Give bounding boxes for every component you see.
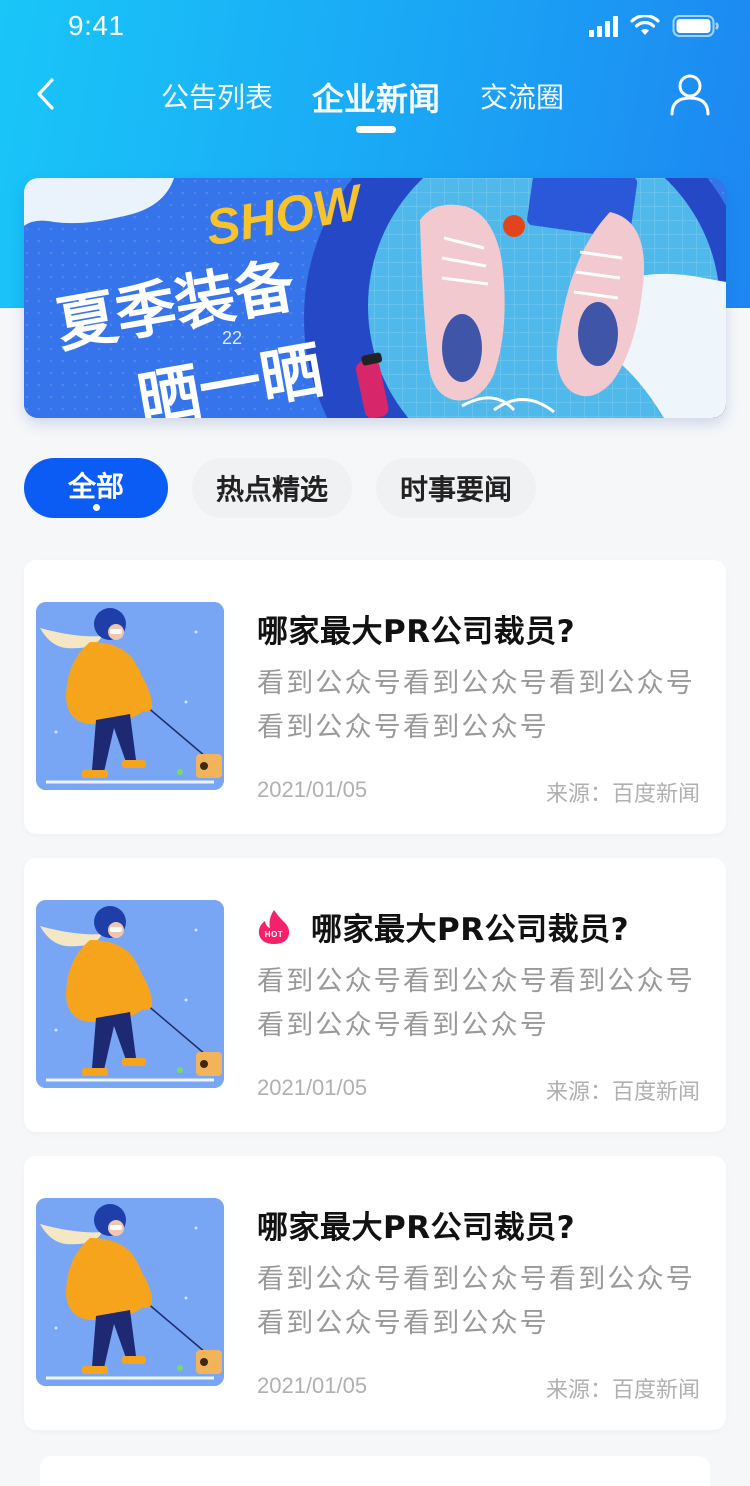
news-title-text: 哪家最大PR公司裁员? — [257, 614, 576, 650]
news-date: 2021/01/05 — [257, 1075, 368, 1100]
news-title: 哪家最大PR公司裁员? — [257, 606, 575, 651]
news-card[interactable]: HOT 哪家最大PR公司裁员? 看到公众号看到公众号看到公众号看到公众号看到公众… — [24, 858, 726, 1132]
walker-illustration — [36, 900, 224, 1088]
back-arrow-icon[interactable] — [26, 74, 66, 114]
active-dot-icon — [93, 504, 100, 511]
news-summary: 看到公众号看到公众号看到公众号看到公众号看到公众号 — [257, 966, 695, 1041]
active-tab-indicator — [356, 126, 396, 133]
news-thumbnail — [36, 602, 224, 790]
news-card[interactable]: 哪家最大PR公司裁员? 看到公众号看到公众号看到公众号看到公众号看到公众号 20… — [24, 1156, 726, 1430]
hot-flame-icon: HOT — [258, 909, 290, 944]
news-thumbnail — [36, 900, 224, 1088]
filter-chips: 全部 热点精选 时事要闻 — [24, 458, 536, 518]
banner-page-indicator: 22 — [222, 328, 243, 348]
filter-chip-label: 热点精选 — [215, 473, 328, 506]
news-source: 来源：百度新闻 — [545, 1080, 700, 1105]
news-title: HOT 哪家最大PR公司裁员? — [257, 904, 629, 949]
filter-chip-hot-picks[interactable]: 热点精选 — [192, 458, 352, 518]
news-title-text: 哪家最大PR公司裁员? — [257, 1210, 576, 1246]
status-time: 9:41 — [68, 10, 125, 41]
user-icon[interactable] — [668, 72, 712, 116]
hot-label: HOT — [265, 930, 283, 939]
tab-community[interactable]: 交流圈 — [480, 76, 564, 116]
news-summary: 看到公众号看到公众号看到公众号看到公众号看到公众号 — [257, 668, 695, 743]
news-date: 2021/01/05 — [257, 1373, 368, 1398]
status-bar: 9:41 — [0, 0, 750, 56]
walker-illustration — [36, 602, 224, 790]
tab-company-news[interactable]: 企业新闻 — [312, 74, 440, 120]
filter-chip-label: 全部 — [67, 470, 124, 503]
news-summary: 看到公众号看到公众号看到公众号看到公众号看到公众号 — [257, 1264, 695, 1339]
top-nav: 公告列表 企业新闻 交流圈 — [0, 60, 750, 140]
filter-chip-current-affairs[interactable]: 时事要闻 — [376, 458, 536, 518]
news-source: 来源：百度新闻 — [545, 782, 700, 807]
status-icons — [589, 14, 720, 38]
news-date: 2021/01/05 — [257, 777, 368, 802]
banner-illustration: SHOW 夏季装备 晒一晒 — [24, 178, 726, 418]
filter-chip-label: 时事要闻 — [399, 473, 512, 506]
news-title-text: 哪家最大PR公司裁员? — [311, 912, 630, 948]
tab-announcement-list[interactable]: 公告列表 — [161, 76, 273, 116]
news-source: 来源：百度新闻 — [545, 1378, 700, 1403]
filter-chip-all[interactable]: 全部 — [24, 458, 168, 518]
signal-icon — [589, 15, 618, 37]
wifi-icon — [630, 15, 660, 35]
promo-banner[interactable]: SHOW 夏季装备 晒一晒 22 — [24, 178, 726, 418]
news-card-partial[interactable] — [40, 1456, 710, 1486]
battery-icon — [672, 15, 719, 37]
walker-illustration — [36, 1198, 224, 1386]
news-title: 哪家最大PR公司裁员? — [257, 1202, 575, 1247]
news-thumbnail — [36, 1198, 224, 1386]
news-card[interactable]: 哪家最大PR公司裁员? 看到公众号看到公众号看到公众号看到公众号看到公众号 20… — [24, 560, 726, 834]
